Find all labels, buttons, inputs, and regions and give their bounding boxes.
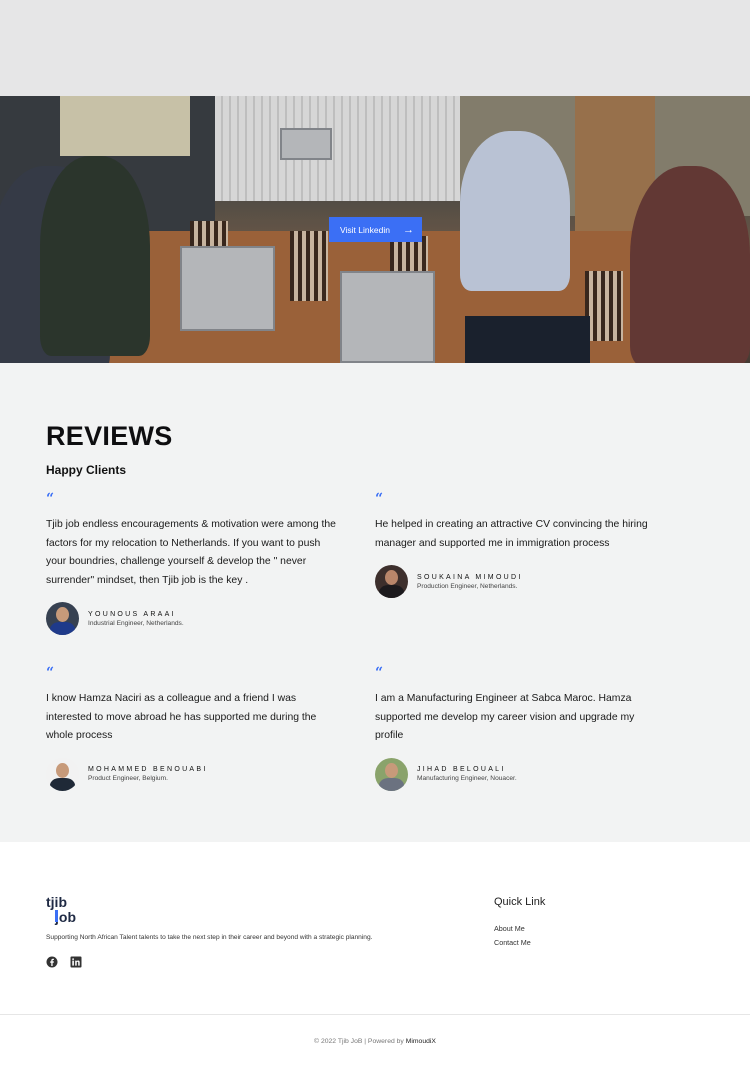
quote-icon: “ xyxy=(46,491,55,507)
copyright: © 2022 Tjib JoB | Powered by MimoudiX xyxy=(0,1038,750,1045)
quote-icon: “ xyxy=(46,665,55,681)
author-role: Industrial Engineer, Netherlands. xyxy=(88,619,184,627)
contact-me-link[interactable]: Contact Me xyxy=(494,938,531,947)
review-author: SOUKAINA MIMOUDI Production Engineer, Ne… xyxy=(375,565,665,598)
visit-linkedin-button[interactable]: Visit Linkedin → xyxy=(329,217,422,242)
author-name: SOUKAINA MIMOUDI xyxy=(417,573,523,581)
review-author: JIHAD BELOUALI Manufacturing Engineer, N… xyxy=(375,757,665,791)
footer: tjib job Supporting North African Talent… xyxy=(0,842,750,1071)
review-card: “ Tjib job endless encouragements & moti… xyxy=(46,492,336,635)
author-name: YOUNOUS ARAAI xyxy=(88,610,176,618)
avatar xyxy=(375,565,408,598)
avatar xyxy=(375,757,408,791)
arrow-right-icon: → xyxy=(402,223,414,236)
review-card: “ He helped in creating an attractive CV… xyxy=(375,492,665,598)
review-card: “ I am a Manufacturing Engineer at Sabca… xyxy=(375,666,665,791)
linkedin-icon[interactable] xyxy=(70,956,82,968)
copyright-text: © 2022 Tjib JoB | Powered by xyxy=(314,1038,406,1045)
review-author: YOUNOUS ARAAI Industrial Engineer, Nethe… xyxy=(46,602,336,635)
author-name: JIHAD BELOUALI xyxy=(417,766,506,773)
reviews-section: REVIEWS Happy Clients “ Tjib job endless… xyxy=(0,363,750,842)
author-name: MOHAMMED BENOUABI xyxy=(88,766,208,773)
facebook-icon[interactable] xyxy=(46,956,58,968)
avatar xyxy=(46,602,79,635)
avatar xyxy=(46,757,79,791)
reviews-subtitle: Happy Clients xyxy=(46,463,127,477)
author-role: Production Engineer, Netherlands. xyxy=(417,582,518,590)
author-role: Product Engineer, Belgium. xyxy=(88,775,168,782)
review-text: Tjib job endless encouragements & motiva… xyxy=(46,519,336,586)
quote-icon: “ xyxy=(375,491,384,507)
mimoudix-link[interactable]: MimoudiX xyxy=(406,1038,436,1045)
review-author: MOHAMMED BENOUABI Product Engineer, Belg… xyxy=(46,757,336,791)
about-me-link[interactable]: About Me xyxy=(494,924,525,933)
author-role: Manufacturing Engineer, Nouacer. xyxy=(417,775,517,782)
footer-divider xyxy=(0,1014,750,1015)
review-text: He helped in creating an attractive CV c… xyxy=(375,519,648,549)
quick-link-title: Quick Link xyxy=(494,896,546,908)
footer-tagline: Supporting North African Talent talents … xyxy=(46,934,373,941)
top-band xyxy=(0,0,750,96)
visit-linkedin-label: Visit Linkedin xyxy=(340,224,390,235)
tjib-job-logo[interactable]: tjib job xyxy=(46,894,86,926)
review-text: I know Hamza Naciri as a colleague and a… xyxy=(46,693,317,741)
review-text: I am a Manufacturing Engineer at Sabca M… xyxy=(375,693,635,741)
quote-icon: “ xyxy=(375,665,384,681)
review-card: “ I know Hamza Naciri as a colleague and… xyxy=(46,666,336,791)
reviews-title: REVIEWS xyxy=(46,421,173,451)
svg-text:tjib: tjib xyxy=(46,894,67,910)
